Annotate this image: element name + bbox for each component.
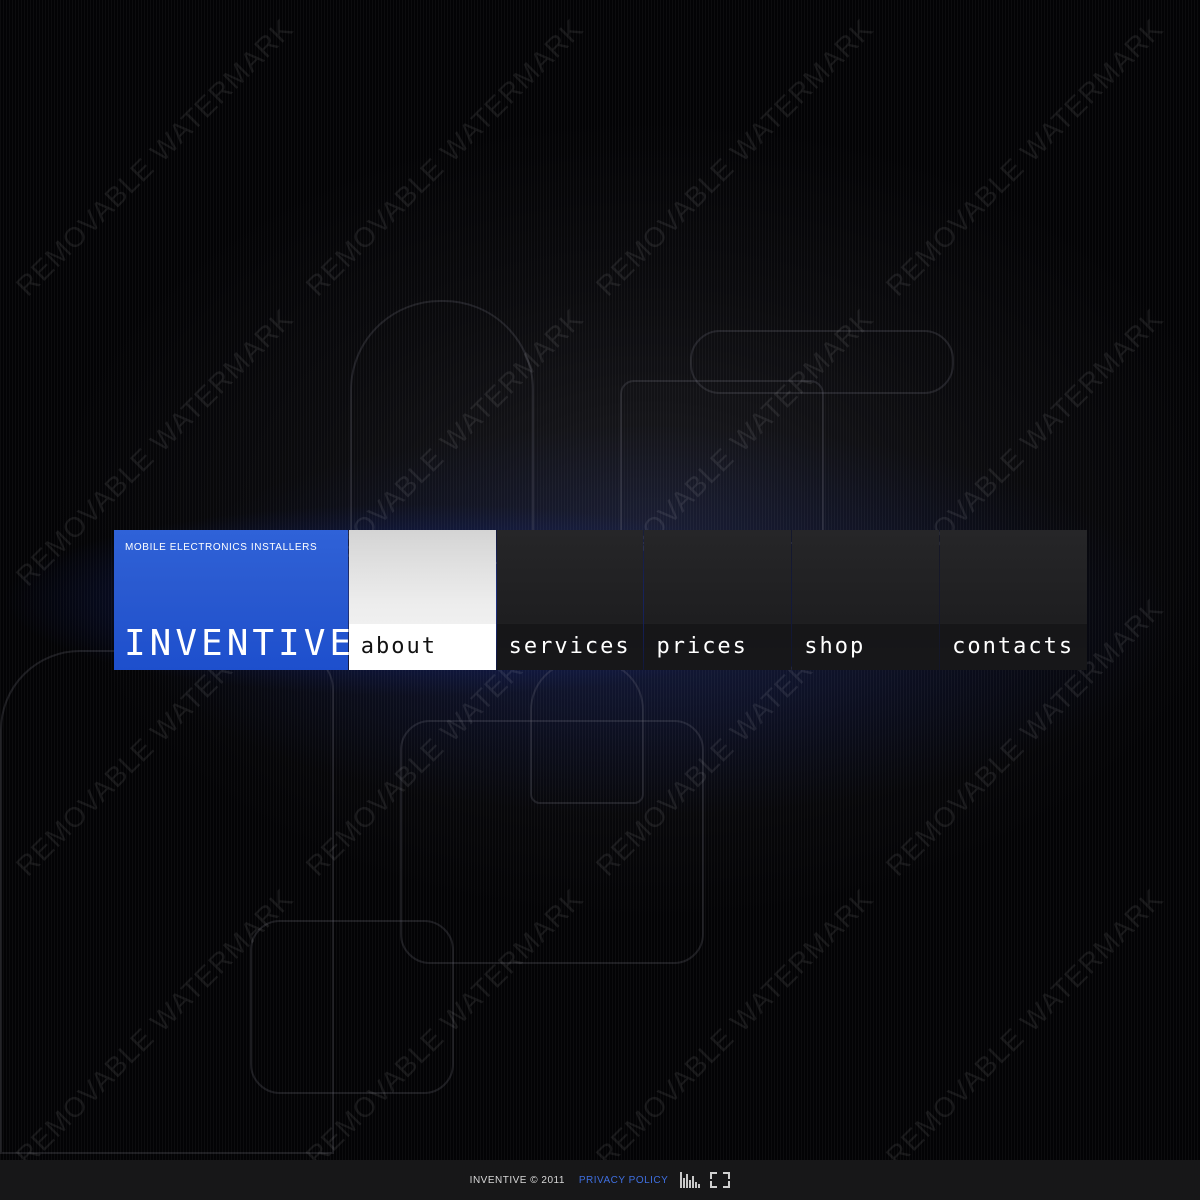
menu-item-label[interactable]: services — [509, 636, 631, 658]
tagline: MOBILE ELECTRONICS INSTALLERS — [125, 542, 318, 553]
fullscreen-corner — [710, 1172, 718, 1179]
menu-item-about[interactable]: about — [348, 530, 496, 670]
menu-item-label[interactable]: prices — [656, 636, 747, 658]
equalizer-icon[interactable] — [680, 1172, 701, 1188]
menu-item-services[interactable]: services — [496, 530, 644, 670]
menu-item-label[interactable]: shop — [804, 636, 865, 658]
equalizer-bar — [692, 1176, 695, 1188]
site-logo[interactable]: INVENTIVE — [124, 626, 355, 662]
fullscreen-corner — [710, 1181, 718, 1188]
menu-item-shop[interactable]: shop — [792, 530, 940, 670]
fullscreen-icon[interactable] — [710, 1172, 731, 1188]
equalizer-bar — [683, 1178, 686, 1188]
menu-item-label[interactable]: about — [361, 636, 437, 658]
menu-item-label[interactable]: contacts — [952, 636, 1074, 658]
equalizer-bar — [698, 1184, 701, 1188]
fullscreen-corner — [723, 1172, 731, 1179]
menu-item-prices[interactable]: prices — [644, 530, 792, 670]
equalizer-bar — [686, 1174, 689, 1188]
privacy-policy-link[interactable]: PRIVACY POLICY — [579, 1175, 668, 1186]
site-footer: INVENTIVE © 2011 PRIVACY POLICY — [0, 1160, 1200, 1200]
logo-block[interactable]: MOBILE ELECTRONICS INSTALLERS INVENTIVE — [114, 530, 351, 670]
equalizer-bar — [680, 1172, 683, 1188]
fullscreen-corner — [723, 1181, 731, 1188]
site-header: MOBILE ELECTRONICS INSTALLERS INVENTIVE … — [114, 530, 1087, 670]
equalizer-bar — [689, 1180, 692, 1188]
equalizer-bar — [695, 1182, 698, 1188]
copyright-text: INVENTIVE © 2011 — [469, 1174, 565, 1186]
menu-item-contacts[interactable]: contacts — [940, 530, 1087, 670]
